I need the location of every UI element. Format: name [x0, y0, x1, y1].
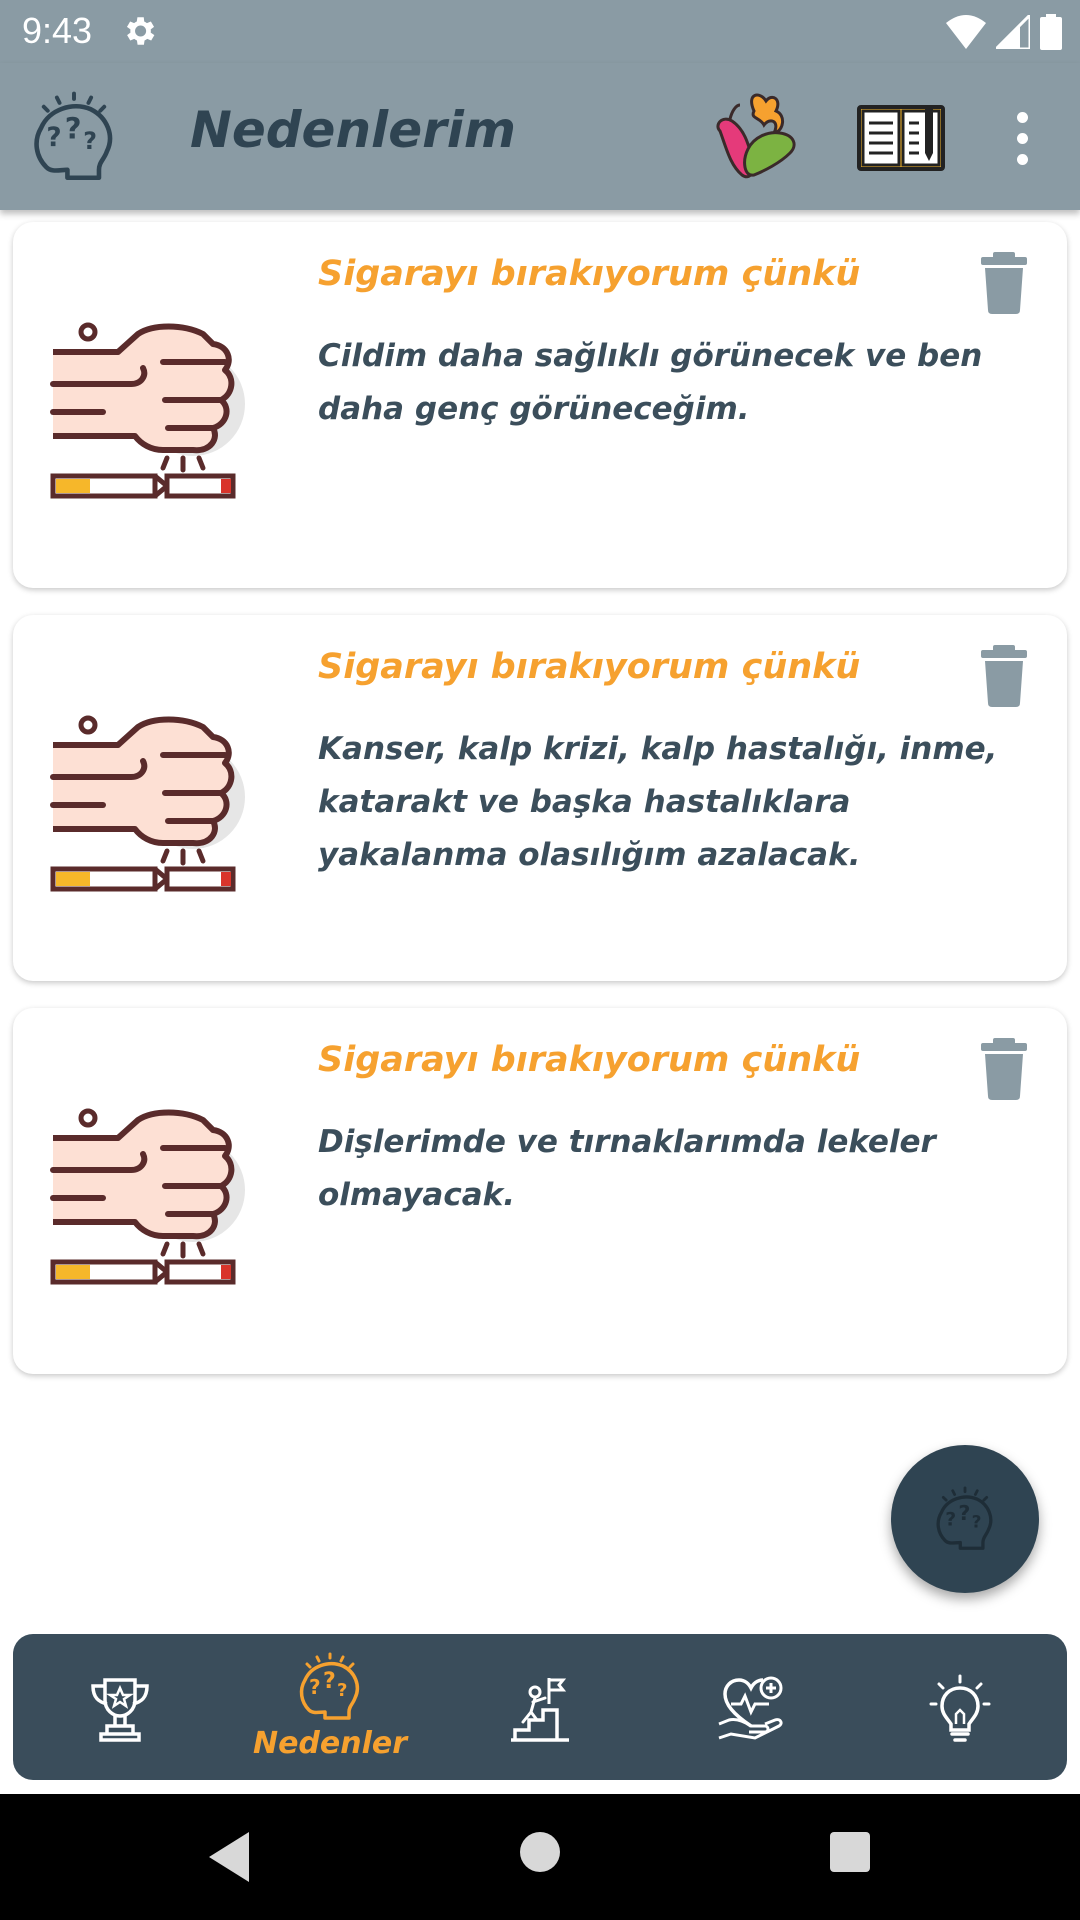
nav-item-achievements[interactable] — [25, 1634, 215, 1780]
nav-item-tips[interactable] — [865, 1634, 1055, 1780]
nav-item-health[interactable] — [655, 1634, 845, 1780]
reason-card: Sigarayı bırakıyorum çünkü Cildim daha s… — [13, 222, 1067, 588]
status-bar: 9:43 — [0, 0, 1080, 63]
battery-icon — [1040, 14, 1062, 50]
thinking-head-icon — [28, 91, 120, 183]
status-time: 9:43 — [22, 10, 93, 51]
system-nav-bar — [0, 1794, 1080, 1920]
add-reason-thinking-head-icon — [932, 1486, 998, 1552]
health-heart-hand-icon — [718, 1676, 783, 1740]
fist-breaking-cigarette-icon — [43, 705, 263, 895]
page-title: Nedenlerim — [190, 101, 517, 159]
reason-text: Dişlerimde ve tırnaklarımda lekeler olma… — [318, 1124, 936, 1213]
nav-item-reasons[interactable]: Nedenler — [235, 1634, 425, 1780]
reason-text: Cildim daha sağlıklı görünecek ve ben da… — [318, 338, 983, 427]
fist-breaking-cigarette-icon — [43, 1098, 263, 1288]
card-heading: Sigarayı bırakıyorum çünkü — [318, 647, 861, 687]
signal-icon — [996, 15, 1030, 49]
reason-card: Sigarayı bırakıyorum çünkü Kanser, kalp … — [13, 615, 1067, 981]
bottom-nav: Nedenler — [13, 1634, 1067, 1780]
app-bar: Nedenlerim — [0, 63, 1080, 210]
wifi-icon — [946, 15, 986, 49]
peppers-icon[interactable] — [710, 91, 800, 183]
trash-icon[interactable] — [979, 1038, 1029, 1100]
recent-apps-icon[interactable] — [830, 1832, 870, 1872]
reason-text: Kanser, kalp krizi, kalp hastalığı, inme… — [318, 731, 998, 873]
lightbulb-icon — [929, 1674, 991, 1742]
card-heading: Sigarayı bırakıyorum çünkü — [318, 254, 861, 294]
more-options-icon[interactable] — [1000, 103, 1044, 173]
back-icon[interactable] — [205, 1830, 253, 1884]
status-icons — [946, 12, 1062, 52]
add-reason-button[interactable] — [891, 1445, 1039, 1593]
settings-gear-icon — [126, 17, 155, 45]
climber-stairs-icon — [511, 1678, 569, 1742]
trophy-icon — [91, 1678, 149, 1742]
journal-icon[interactable] — [857, 101, 945, 173]
thinking-head-icon — [295, 1652, 365, 1722]
card-heading: Sigarayı bırakıyorum çünkü — [318, 1040, 861, 1080]
nav-label-reasons: Nedenler — [252, 1726, 408, 1761]
fist-breaking-cigarette-icon — [43, 312, 263, 502]
nav-item-progress[interactable] — [445, 1634, 635, 1780]
home-icon[interactable] — [520, 1832, 560, 1872]
trash-icon[interactable] — [979, 252, 1029, 314]
trash-icon[interactable] — [979, 645, 1029, 707]
reason-card: Sigarayı bırakıyorum çünkü Dişlerimde ve… — [13, 1008, 1067, 1374]
